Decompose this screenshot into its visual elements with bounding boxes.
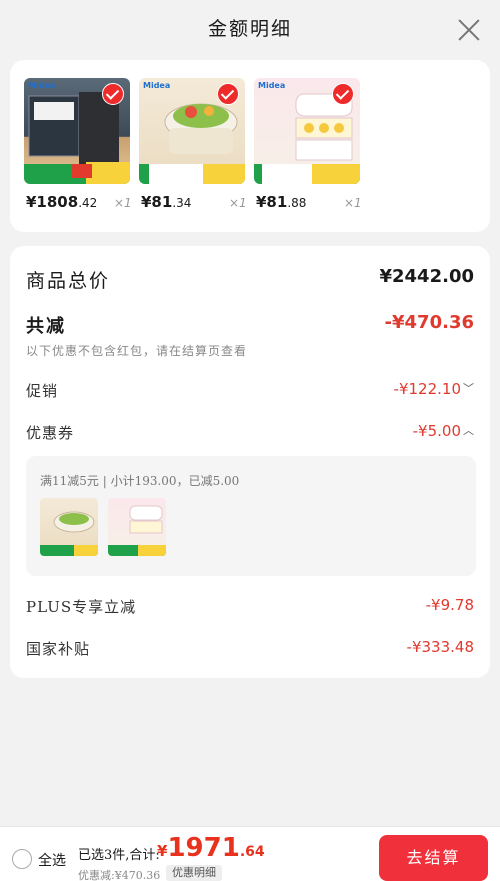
brand-logo: Midea <box>258 81 286 90</box>
product-qty: ×1 <box>229 196 247 210</box>
promo-label: 促销 <box>26 382 59 400</box>
chevron-up-icon[interactable]: ︿ <box>463 422 474 438</box>
total-label: 商品总价 <box>26 270 111 292</box>
brand-logo: Midea <box>143 81 171 90</box>
promo-row[interactable]: 促销 -¥122.10 ﹀ <box>26 380 474 408</box>
product-qty: ×1 <box>344 196 362 210</box>
total-price: ¥1971.64 <box>157 833 265 863</box>
discount-detail-button[interactable]: 优惠明细 <box>166 865 222 881</box>
checkout-bar: 全选 已选3件,合计: ¥1971.64 优惠减:¥470.36 优惠明细 去结… <box>0 826 500 881</box>
discount-note: 以下优惠不包含红包，请在结算页查看 <box>26 344 248 358</box>
plus-row: PLUS专享立减 -¥9.78 <box>26 596 474 624</box>
steamer-thumb <box>108 505 166 556</box>
close-icon[interactable] <box>456 17 482 43</box>
product-price: ¥81.88 <box>256 193 307 211</box>
coupon-value: -¥5.00 ︿ <box>412 422 474 440</box>
product-price: ¥81.34 <box>141 193 192 211</box>
check-icon[interactable] <box>217 83 239 105</box>
hotpot-thumb <box>40 511 98 556</box>
subsidy-row: 国家补贴 -¥333.48 <box>26 638 474 666</box>
product-qty: ×1 <box>114 196 132 210</box>
product-item[interactable]: Midea ¥81.34 ×1 <box>139 78 249 211</box>
saved-amount: 优惠减:¥470.36 <box>78 869 161 881</box>
coupon-detail: 满11减5元 | 小计193.00，已减5.00 <box>26 456 476 576</box>
sheet-header: 金额明细 <box>0 0 500 58</box>
selected-summary: 已选3件,合计: <box>78 848 160 863</box>
coupon-product-image <box>40 498 98 556</box>
page-title: 金额明细 <box>207 18 292 40</box>
coupon-row[interactable]: 优惠券 -¥5.00 ︿ <box>26 422 474 450</box>
coupon-product-image <box>108 498 166 556</box>
select-all-checkbox[interactable] <box>12 849 32 869</box>
check-icon[interactable] <box>332 83 354 105</box>
discount-row: 共减 -¥470.36 <box>26 312 474 340</box>
product-item[interactable]: Midea ¥1808.42 ×1 <box>24 78 134 211</box>
brand-logo: Midea <box>28 81 56 90</box>
product-item[interactable]: Midea ¥81.88 ×1 <box>254 78 364 211</box>
product-list: Midea ¥1808.42 ×1 Midea ¥81.34 ×1 Midea … <box>10 60 490 232</box>
amount-summary: 商品总价 ¥2442.00 共减 -¥470.36 以下优惠不包含红包，请在结算… <box>10 246 490 678</box>
product-image[interactable]: Midea <box>24 78 130 184</box>
select-all-label[interactable]: 全选 <box>38 850 66 870</box>
discount-label: 共减 <box>26 316 66 337</box>
product-price: ¥1808.42 <box>26 193 98 211</box>
subsidy-value: -¥333.48 <box>406 638 474 656</box>
subsidy-label: 国家补贴 <box>26 640 91 658</box>
plus-value: -¥9.78 <box>425 596 474 614</box>
plus-label: PLUS专享立减 <box>26 598 137 616</box>
chevron-down-icon[interactable]: ﹀ <box>463 380 474 396</box>
total-value: ¥2442.00 <box>379 266 474 287</box>
discount-value: -¥470.36 <box>384 312 474 333</box>
product-image[interactable]: Midea <box>254 78 360 184</box>
coupon-description: 满11减5元 | 小计193.00，已减5.00 <box>40 474 240 488</box>
promo-value: -¥122.10 ﹀ <box>393 380 474 398</box>
coupon-label: 优惠券 <box>26 424 75 442</box>
check-icon[interactable] <box>102 83 124 105</box>
product-image[interactable]: Midea <box>139 78 245 184</box>
total-row: 商品总价 ¥2442.00 <box>26 266 474 294</box>
checkout-button[interactable]: 去结算 <box>379 835 488 881</box>
